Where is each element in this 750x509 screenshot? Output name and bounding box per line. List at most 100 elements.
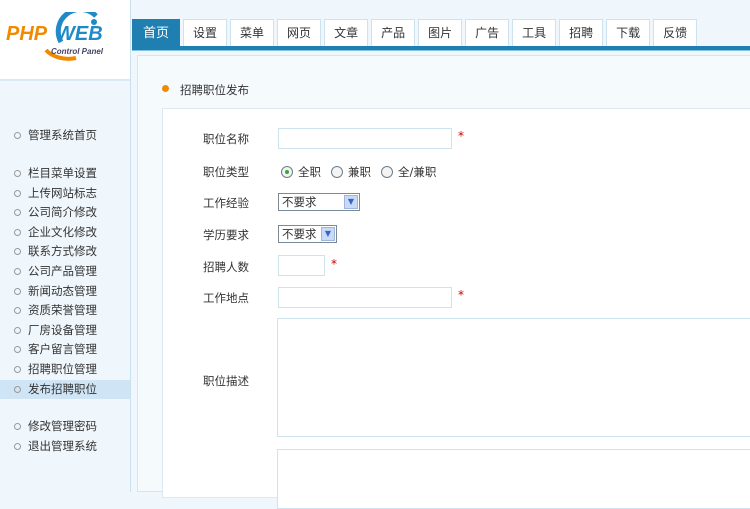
sidebar-item-label: 管理系统首页 (28, 128, 97, 142)
chevron-down-icon: ▼ (321, 227, 335, 241)
radio-checked-icon (281, 166, 293, 178)
sidebar-item-home[interactable]: 管理系统首页 (0, 126, 130, 145)
radio-parttime[interactable]: 兼职 (331, 164, 371, 180)
svg-text:PHP: PHP (6, 23, 48, 45)
radio-label: 兼职 (348, 165, 371, 179)
circle-bullet-icon (14, 327, 21, 334)
sidebar-item-jobs[interactable]: 招聘职位管理 (0, 360, 130, 379)
description-textarea[interactable] (277, 318, 750, 437)
tab-menu[interactable]: 菜单 (230, 19, 275, 47)
tab-articles[interactable]: 文章 (324, 19, 369, 47)
sidebar-item-label: 新闻动态管理 (28, 284, 97, 298)
svg-text:WEB: WEB (56, 23, 103, 45)
required-mark: * (458, 129, 464, 143)
education-value: 不要求 (282, 227, 317, 241)
extra-textarea[interactable] (277, 449, 750, 509)
tab-downloads[interactable]: 下载 (606, 19, 651, 47)
tab-images[interactable]: 图片 (418, 19, 463, 47)
description-label: 职位描述 (203, 374, 249, 388)
circle-bullet-icon (14, 443, 21, 450)
phpweb-logo-icon: PHP WEB Control Panel (6, 12, 104, 61)
job-type-label: 职位类型 (203, 165, 249, 179)
sidebar-item-company-intro[interactable]: 公司简介修改 (0, 203, 130, 222)
sidebar-item-label: 厂房设备管理 (28, 323, 97, 337)
sidebar-item-label: 联系方式修改 (28, 244, 97, 258)
circle-bullet-icon (14, 268, 21, 275)
tab-ads[interactable]: 广告 (465, 19, 510, 47)
experience-select[interactable]: 不要求 ▼ (278, 193, 360, 211)
circle-bullet-icon (14, 170, 21, 177)
tab-jobs[interactable]: 招聘 (559, 19, 604, 47)
radio-unchecked-icon (331, 166, 343, 178)
required-mark: * (458, 288, 464, 302)
sidebar-item-news[interactable]: 新闻动态管理 (0, 282, 130, 301)
sidebar-item-upload-logo[interactable]: 上传网站标志 (0, 184, 130, 203)
sidebar-item-equipment[interactable]: 厂房设备管理 (0, 321, 130, 340)
bullet-arrow-icon (162, 85, 169, 92)
experience-value: 不要求 (282, 195, 317, 209)
sidebar-item-logout[interactable]: 退出管理系统 (0, 437, 130, 456)
sidebar-item-culture[interactable]: 企业文化修改 (0, 223, 130, 242)
sidebar-item-label: 上传网站标志 (28, 186, 97, 200)
page-title: 招聘职位发布 (162, 82, 249, 98)
sidebar: PHP WEB Control Panel 管理系统首页 栏目菜单设置 上传网站… (0, 0, 131, 492)
circle-bullet-icon (14, 190, 21, 197)
location-input[interactable] (278, 287, 452, 308)
sidebar-item-label: 客户留言管理 (28, 342, 97, 356)
tab-bar-divider (132, 46, 750, 51)
page-title-text: 招聘职位发布 (180, 83, 249, 97)
sidebar-item-label: 退出管理系统 (28, 439, 97, 453)
sidebar-item-label: 修改管理密码 (28, 419, 97, 433)
tab-settings[interactable]: 设置 (183, 19, 228, 47)
education-label: 学历要求 (203, 228, 249, 242)
tab-home[interactable]: 首页 (132, 19, 181, 47)
sidebar-item-change-password[interactable]: 修改管理密码 (0, 417, 130, 436)
job-name-label: 职位名称 (203, 132, 249, 146)
sidebar-item-label: 资质荣誉管理 (28, 303, 97, 317)
radio-label: 全/兼职 (398, 165, 437, 179)
radio-unchecked-icon (381, 166, 393, 178)
tab-pages[interactable]: 网页 (277, 19, 322, 47)
location-label: 工作地点 (203, 291, 249, 305)
chevron-down-icon: ▼ (344, 195, 358, 209)
circle-bullet-icon (14, 209, 21, 216)
circle-bullet-icon (14, 132, 21, 139)
circle-bullet-icon (14, 248, 21, 255)
sidebar-item-products[interactable]: 公司产品管理 (0, 262, 130, 281)
circle-bullet-icon (14, 288, 21, 295)
content-panel: 招聘职位发布 职位名称 * 职位类型 全职 兼职 全/兼职 工作经验 不要求 ▼ … (137, 55, 750, 509)
sidebar-item-menu-settings[interactable]: 栏目菜单设置 (0, 164, 130, 183)
circle-bullet-icon (14, 307, 21, 314)
svg-text:Control Panel: Control Panel (51, 47, 104, 56)
sidebar-item-label: 栏目菜单设置 (28, 166, 97, 180)
radio-fulltime[interactable]: 全职 (281, 164, 321, 180)
radio-both[interactable]: 全/兼职 (381, 164, 436, 180)
job-name-input[interactable] (278, 128, 452, 149)
top-tabs: 首页 设置 菜单 网页 文章 产品 图片 广告 工具 招聘 下载 反馈 (132, 19, 700, 47)
required-mark: * (331, 257, 337, 271)
tab-feedback[interactable]: 反馈 (653, 19, 698, 47)
circle-bullet-icon (14, 229, 21, 236)
circle-bullet-icon (14, 386, 21, 393)
circle-bullet-icon (14, 366, 21, 373)
job-form: 职位名称 * 职位类型 全职 兼职 全/兼职 工作经验 不要求 ▼ 学历要求 不要… (162, 108, 750, 509)
sidebar-item-label: 企业文化修改 (28, 225, 97, 239)
sidebar-item-label: 公司产品管理 (28, 264, 97, 278)
sidebar-item-label: 公司简介修改 (28, 205, 97, 219)
headcount-input[interactable] (278, 255, 325, 276)
sidebar-item-post-job[interactable]: 发布招聘职位 (0, 380, 130, 399)
headcount-label: 招聘人数 (203, 260, 249, 274)
circle-bullet-icon (14, 346, 21, 353)
education-select[interactable]: 不要求 ▼ (278, 225, 337, 243)
logo: PHP WEB Control Panel (0, 0, 130, 81)
sidebar-item-messages[interactable]: 客户留言管理 (0, 340, 130, 359)
radio-label: 全职 (298, 165, 321, 179)
sidebar-item-honors[interactable]: 资质荣誉管理 (0, 301, 130, 320)
tab-products[interactable]: 产品 (371, 19, 416, 47)
sidebar-item-label: 招聘职位管理 (28, 362, 97, 376)
tab-tools[interactable]: 工具 (512, 19, 557, 47)
sidebar-item-label: 发布招聘职位 (28, 382, 97, 396)
experience-label: 工作经验 (203, 196, 249, 210)
sidebar-item-contact[interactable]: 联系方式修改 (0, 242, 130, 261)
circle-bullet-icon (14, 423, 21, 430)
